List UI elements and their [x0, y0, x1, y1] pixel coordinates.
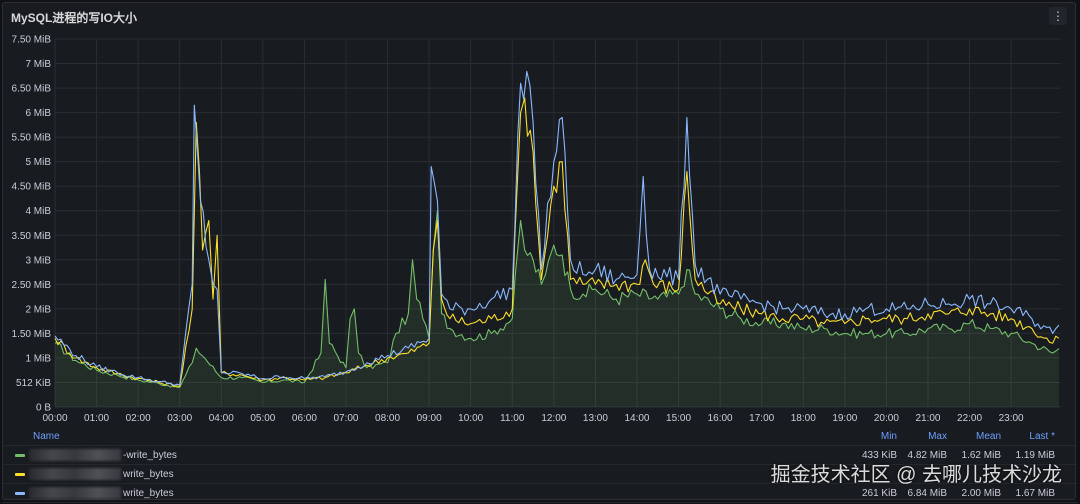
x-axis: 00:00 01:00 02:00 03:00 04:00 05:00 06:00 07:00…	[42, 413, 1024, 423]
legend-max: 6.84 MiB	[907, 488, 947, 499]
x-tick-label: 13:00	[583, 413, 608, 423]
redacted-label	[29, 449, 121, 461]
y-tick-label: 3.50 MiB	[12, 231, 52, 242]
x-tick-label: 09:00	[417, 413, 442, 423]
x-tick-label: 04:00	[209, 413, 234, 423]
legend-mean: 2.00 MiB	[961, 488, 1001, 499]
legend-swatch	[15, 454, 25, 457]
x-tick-label: 10:00	[458, 413, 483, 423]
x-tick-label: 00:00	[42, 413, 67, 423]
x-tick-label: 14:00	[624, 413, 649, 423]
x-tick-label: 21:00	[915, 413, 940, 423]
x-tick-label: 23:00	[999, 413, 1024, 423]
x-tick-label: 08:00	[375, 413, 400, 423]
x-tick-label: 11:00	[500, 413, 525, 423]
x-tick-label: 01:00	[84, 413, 109, 423]
y-tick-label: 1.50 MiB	[12, 329, 52, 340]
legend-col-mean[interactable]: Mean	[941, 431, 1001, 442]
legend-col-max[interactable]: Max	[887, 431, 947, 442]
legend-header: Name Min Max Mean Last *	[3, 427, 1077, 446]
redacted-label	[29, 487, 121, 499]
x-tick-label: 22:00	[957, 413, 982, 423]
x-tick-label: 17:00	[749, 413, 774, 423]
y-tick-label: 4.50 MiB	[12, 182, 52, 193]
y-tick-label: 0 B	[36, 403, 51, 414]
y-tick-label: 2 MiB	[25, 304, 51, 315]
y-tick-label: 6 MiB	[25, 108, 51, 119]
legend-col-name[interactable]: Name	[33, 431, 60, 442]
y-tick-label: 3 MiB	[25, 255, 51, 266]
legend-series-label: write_bytes	[123, 488, 174, 499]
x-tick-label: 06:00	[292, 413, 317, 423]
redacted-label	[29, 468, 121, 480]
legend-col-last[interactable]: Last *	[995, 431, 1055, 442]
legend-series-label: -write_bytes	[123, 450, 177, 461]
x-tick-label: 05:00	[250, 413, 275, 423]
y-tick-label: 7.50 MiB	[12, 35, 52, 46]
legend-swatch	[15, 473, 25, 476]
x-tick-label: 15:00	[666, 413, 691, 423]
y-tick-label: 1 MiB	[25, 353, 51, 364]
y-tick-label: 4 MiB	[25, 206, 51, 217]
legend-series-label: write_bytes	[123, 469, 174, 480]
y-tick-label: 6.50 MiB	[12, 84, 52, 95]
x-tick-label: 07:00	[333, 413, 358, 423]
x-tick-label: 12:00	[541, 413, 566, 423]
line-chart: 0 B 512 KiB 1 MiB 1.50 MiB 2 MiB 2.50 MiB 3 Mi…	[12, 35, 1061, 423]
x-tick-label: 16:00	[708, 413, 733, 423]
legend-last: 1.67 MiB	[1015, 488, 1055, 499]
y-tick-label: 512 KiB	[16, 378, 51, 389]
chart-panel: MySQL进程的写IO大小 ⋮ 0 B 512 KiB 1 MiB 1.50 MiB 2…	[2, 2, 1077, 503]
x-tick-label: 20:00	[874, 413, 899, 423]
x-tick-label: 03:00	[167, 413, 192, 423]
x-tick-label: 18:00	[791, 413, 816, 423]
y-tick-label: 5 MiB	[25, 157, 51, 168]
y-tick-label: 2.50 MiB	[12, 280, 52, 291]
y-tick-label: 5.50 MiB	[12, 133, 52, 144]
y-tick-label: 7 MiB	[25, 59, 51, 70]
x-tick-label: 19:00	[832, 413, 857, 423]
legend-swatch	[15, 492, 25, 495]
x-tick-label: 02:00	[126, 413, 151, 423]
watermark: 掘金技术社区 @ 去哪儿技术沙龙	[770, 464, 1062, 486]
y-axis: 0 B 512 KiB 1 MiB 1.50 MiB 2 MiB 2.50 MiB 3 Mi…	[12, 35, 52, 414]
